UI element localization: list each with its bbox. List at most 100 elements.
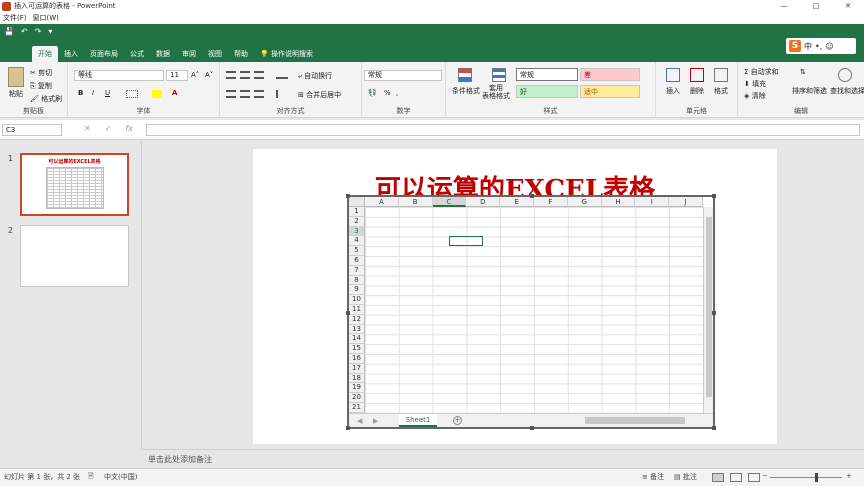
find-select-icon[interactable]	[838, 68, 852, 82]
name-box[interactable]: C3	[2, 124, 62, 136]
format-painter-button[interactable]: 🖌 格式刷	[30, 94, 62, 104]
column-header-g[interactable]: G	[567, 197, 602, 207]
resize-handle[interactable]	[712, 311, 716, 315]
font-size-dropdown[interactable]: 11	[166, 70, 188, 81]
font-name-dropdown[interactable]: 等线	[74, 70, 164, 81]
spellcheck-icon[interactable]: 🗎	[88, 472, 94, 483]
fill-color-icon[interactable]	[152, 90, 162, 98]
cancel-entry-icon[interactable]: ✕	[84, 124, 91, 133]
insert-cells-icon[interactable]	[666, 68, 680, 82]
align-center-icon[interactable]	[240, 90, 250, 98]
minimize-button[interactable]: —	[768, 0, 800, 12]
insert-function-icon[interactable]: fx	[125, 124, 133, 133]
save-icon[interactable]: 💾	[4, 27, 14, 36]
column-header-h[interactable]: H	[601, 197, 636, 207]
column-header-b[interactable]: B	[398, 197, 433, 207]
zoom-slider[interactable]	[770, 477, 842, 478]
autosum-button[interactable]: Σ 自动求和	[744, 67, 779, 77]
embedded-excel-table[interactable]: A B C D E F G H I J 1 2 3 4 5 6 7 8 9 10…	[346, 194, 716, 430]
reading-view-icon[interactable]	[748, 473, 760, 482]
align-right-icon[interactable]	[254, 90, 264, 98]
ime-punct[interactable]: •,	[815, 42, 822, 51]
row-header[interactable]: 21	[349, 402, 365, 413]
currency-icon[interactable]: 💱	[368, 89, 377, 97]
sheet-tab-sheet1[interactable]: Sheet1	[399, 414, 437, 427]
style-neutral[interactable]: 适中	[580, 85, 640, 98]
normal-view-icon[interactable]	[712, 473, 724, 482]
next-sheet-icon[interactable]: ▶	[373, 417, 378, 425]
indent-icon[interactable]	[276, 90, 288, 98]
comments-toggle-button[interactable]: ▤ 批注	[674, 472, 697, 482]
delete-cells-button[interactable]: 删除	[690, 86, 704, 96]
tab-view[interactable]: 视图	[202, 46, 228, 62]
sort-filter-button[interactable]: 排序和筛选	[792, 86, 827, 96]
row-header[interactable]: 1	[349, 207, 365, 217]
tab-home[interactable]: 开始	[32, 46, 58, 62]
resize-handle[interactable]	[346, 194, 350, 198]
prev-sheet-icon[interactable]: ◀	[357, 417, 362, 425]
style-good[interactable]: 好	[516, 85, 578, 98]
column-header-c[interactable]: C	[432, 197, 467, 207]
row-header[interactable]: 3	[349, 226, 365, 237]
row-header[interactable]: 18	[349, 373, 365, 384]
clear-button[interactable]: ◈ 清除	[744, 91, 766, 101]
tab-page-layout[interactable]: 页面布局	[84, 46, 124, 62]
row-header[interactable]: 6	[349, 255, 365, 266]
cell-grid[interactable]	[365, 207, 703, 413]
close-button[interactable]: ✕	[832, 0, 864, 12]
sort-filter-icon[interactable]: ⇅	[800, 68, 814, 82]
font-color-button[interactable]: A	[172, 89, 177, 97]
conditional-format-button[interactable]: 条件格式	[452, 86, 480, 96]
row-header[interactable]: 19	[349, 383, 365, 394]
resize-handle[interactable]	[712, 194, 716, 198]
row-header[interactable]: 20	[349, 393, 365, 403]
top-align-icon[interactable]	[226, 71, 236, 79]
menu-file[interactable]: 文件(F)	[3, 13, 27, 23]
row-header[interactable]: 14	[349, 334, 365, 345]
column-header-e[interactable]: E	[500, 197, 534, 207]
customize-qat-icon[interactable]: ▾	[48, 27, 52, 36]
find-select-button[interactable]: 查找和选择	[830, 86, 864, 96]
zoom-in-icon[interactable]: +	[846, 472, 852, 480]
resize-handle[interactable]	[712, 426, 716, 430]
horizontal-scrollbar[interactable]	[585, 417, 685, 424]
tab-review[interactable]: 审阅	[176, 46, 202, 62]
tell-me-search[interactable]: 💡 操作说明搜索	[254, 46, 319, 62]
grow-font-button[interactable]: A˄	[191, 71, 199, 79]
resize-handle[interactable]	[346, 311, 350, 315]
zoom-slider-knob[interactable]	[815, 473, 818, 482]
insert-cells-button[interactable]: 插入	[666, 86, 680, 96]
tab-data[interactable]: 数据	[150, 46, 176, 62]
paste-icon[interactable]	[8, 67, 24, 87]
current-slide[interactable]: 可以运算的EXCEL表格 A B C D E F G H I J 1 2 3 4…	[253, 149, 777, 444]
row-header[interactable]: 2	[349, 216, 365, 227]
border-icon[interactable]	[126, 90, 138, 98]
italic-button[interactable]: I	[92, 89, 94, 97]
copy-button[interactable]: ⎘ 复制	[30, 81, 52, 91]
active-cell[interactable]	[448, 236, 483, 247]
notes-toggle-button[interactable]: ≡ 备注	[642, 472, 664, 482]
row-header[interactable]: 8	[349, 275, 365, 286]
format-cells-button[interactable]: 格式	[714, 86, 728, 96]
maximize-button[interactable]: □	[800, 0, 832, 12]
slide-thumbnail-2[interactable]	[20, 225, 129, 287]
row-header[interactable]: 4	[349, 236, 365, 247]
row-header[interactable]: 10	[349, 295, 365, 305]
vertical-scrollbar[interactable]	[703, 207, 713, 413]
column-header-d[interactable]: D	[466, 197, 501, 207]
row-header[interactable]: 15	[349, 344, 365, 354]
align-left-icon[interactable]	[226, 90, 236, 98]
cut-button[interactable]: ✂ 剪切	[30, 68, 52, 78]
bottom-align-icon[interactable]	[254, 71, 264, 79]
column-header-i[interactable]: I	[635, 197, 670, 207]
undo-icon[interactable]: ↶	[21, 27, 28, 36]
middle-align-icon[interactable]	[240, 71, 250, 79]
style-bad[interactable]: 差	[580, 68, 640, 81]
language-status[interactable]: 中文(中国)	[104, 472, 137, 482]
number-format-dropdown[interactable]: 常规	[364, 70, 442, 81]
table-format-icon[interactable]	[492, 68, 506, 82]
confirm-entry-icon[interactable]: ✓	[105, 124, 112, 133]
resize-handle[interactable]	[530, 426, 534, 430]
table-format-button[interactable]: 套用 表格格式	[482, 84, 510, 100]
paste-label[interactable]: 粘贴	[9, 89, 23, 99]
